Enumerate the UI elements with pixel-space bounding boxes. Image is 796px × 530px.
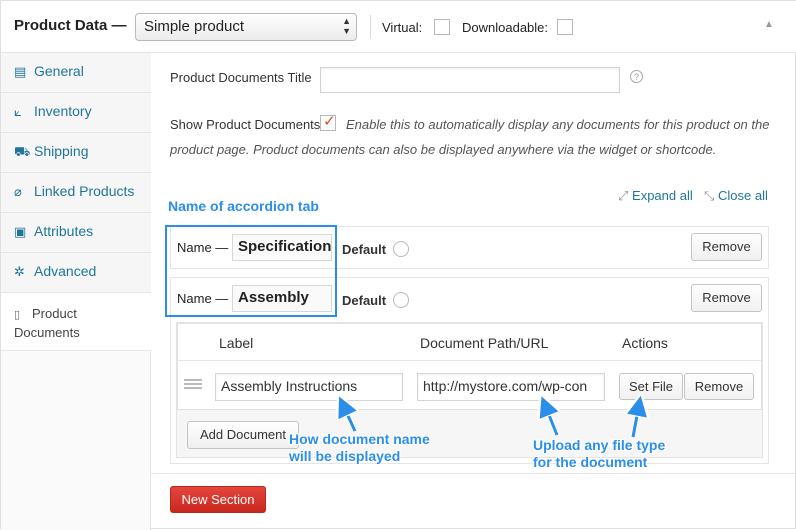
product-data-panel: Product Data — Simple product ▲ ▼ Virtual… [0, 0, 796, 530]
annotation-arrows [1, 1, 796, 438]
